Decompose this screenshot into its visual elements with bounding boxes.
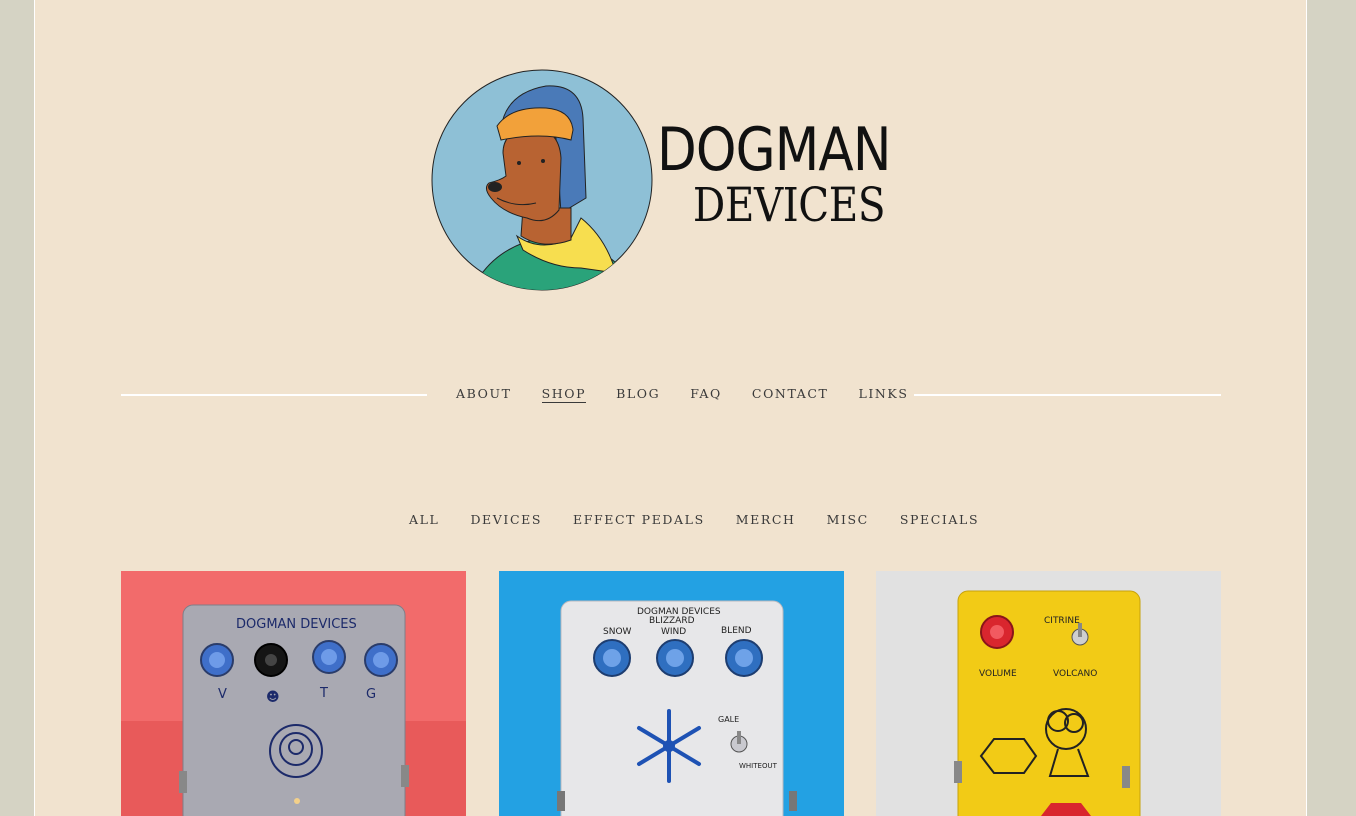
main-nav: ABOUT SHOP BLOG FAQ CONTACT LINKS	[121, 386, 1221, 406]
logo-wordmark: DOGMAN DEVICES	[657, 120, 921, 229]
page-container: DOGMAN DEVICES ABOUT SHOP BLOG FAQ CONTA…	[34, 0, 1307, 816]
nav-item-shop[interactable]: SHOP	[541, 386, 587, 403]
pedal-model-text: BLIZZARD	[649, 616, 695, 626]
nav-item-about[interactable]: ABOUT	[456, 386, 512, 403]
product-card[interactable]: DOGMAN DEVICES V ☻ T G	[121, 571, 466, 816]
knob-label-snow: SNOW	[603, 627, 632, 637]
knob-label-wind: WIND	[661, 627, 686, 637]
nav-item-contact[interactable]: CONTACT	[752, 386, 829, 403]
product-image: CITRINE VOLUME VOLCANO	[876, 571, 1221, 816]
category-devices[interactable]: DEVICES	[470, 512, 542, 527]
category-merch[interactable]: MERCH	[736, 512, 796, 527]
nav-divider-left	[121, 394, 427, 396]
category-filter: ALL DEVICES EFFECT PEDALS MERCH MISC SPE…	[409, 512, 1010, 527]
nav-items: ABOUT SHOP BLOG FAQ CONTACT LINKS	[456, 386, 939, 403]
knob-label-g: G	[366, 687, 376, 702]
nav-item-blog[interactable]: BLOG	[616, 386, 660, 403]
nav-divider-right	[914, 394, 1221, 396]
switch-label-gale: GALE	[718, 715, 739, 724]
switch-label-citrine: CITRINE	[1044, 616, 1080, 626]
knob-label-t: T	[319, 686, 328, 701]
knob-label-blend: BLEND	[721, 626, 752, 636]
category-specials[interactable]: SPECIALS	[900, 512, 979, 527]
knob-label-v: V	[218, 687, 227, 702]
category-misc[interactable]: MISC	[827, 512, 869, 527]
switch-label-volcano: VOLCANO	[1053, 669, 1097, 679]
dogman-avatar-icon	[431, 69, 653, 291]
switch-label-whiteout: WHITEOUT	[739, 762, 778, 770]
product-image: DOGMAN DEVICES V ☻ T G	[121, 571, 466, 816]
logo-line-2: DEVICES	[692, 178, 886, 233]
category-effect-pedals[interactable]: EFFECT PEDALS	[573, 512, 705, 527]
product-card[interactable]: CITRINE VOLUME VOLCANO	[876, 571, 1221, 816]
product-grid: DOGMAN DEVICES V ☻ T G DOGMAN DEVICES BL…	[121, 571, 1221, 816]
pedal-brand-text: DOGMAN DEVICES	[236, 617, 357, 632]
product-card[interactable]: DOGMAN DEVICES BLIZZARD SNOW WIND BLEND …	[499, 571, 844, 816]
category-all[interactable]: ALL	[409, 512, 439, 527]
site-logo[interactable]: DOGMAN DEVICES	[431, 68, 921, 293]
logo-line-1: DOGMAN	[657, 115, 891, 185]
knob-label-volume: VOLUME	[979, 669, 1017, 679]
product-image: DOGMAN DEVICES BLIZZARD SNOW WIND BLEND …	[499, 571, 844, 816]
nav-item-links[interactable]: LINKS	[858, 386, 908, 403]
svg-text:☻: ☻	[266, 690, 280, 705]
nav-item-faq[interactable]: FAQ	[690, 386, 722, 403]
